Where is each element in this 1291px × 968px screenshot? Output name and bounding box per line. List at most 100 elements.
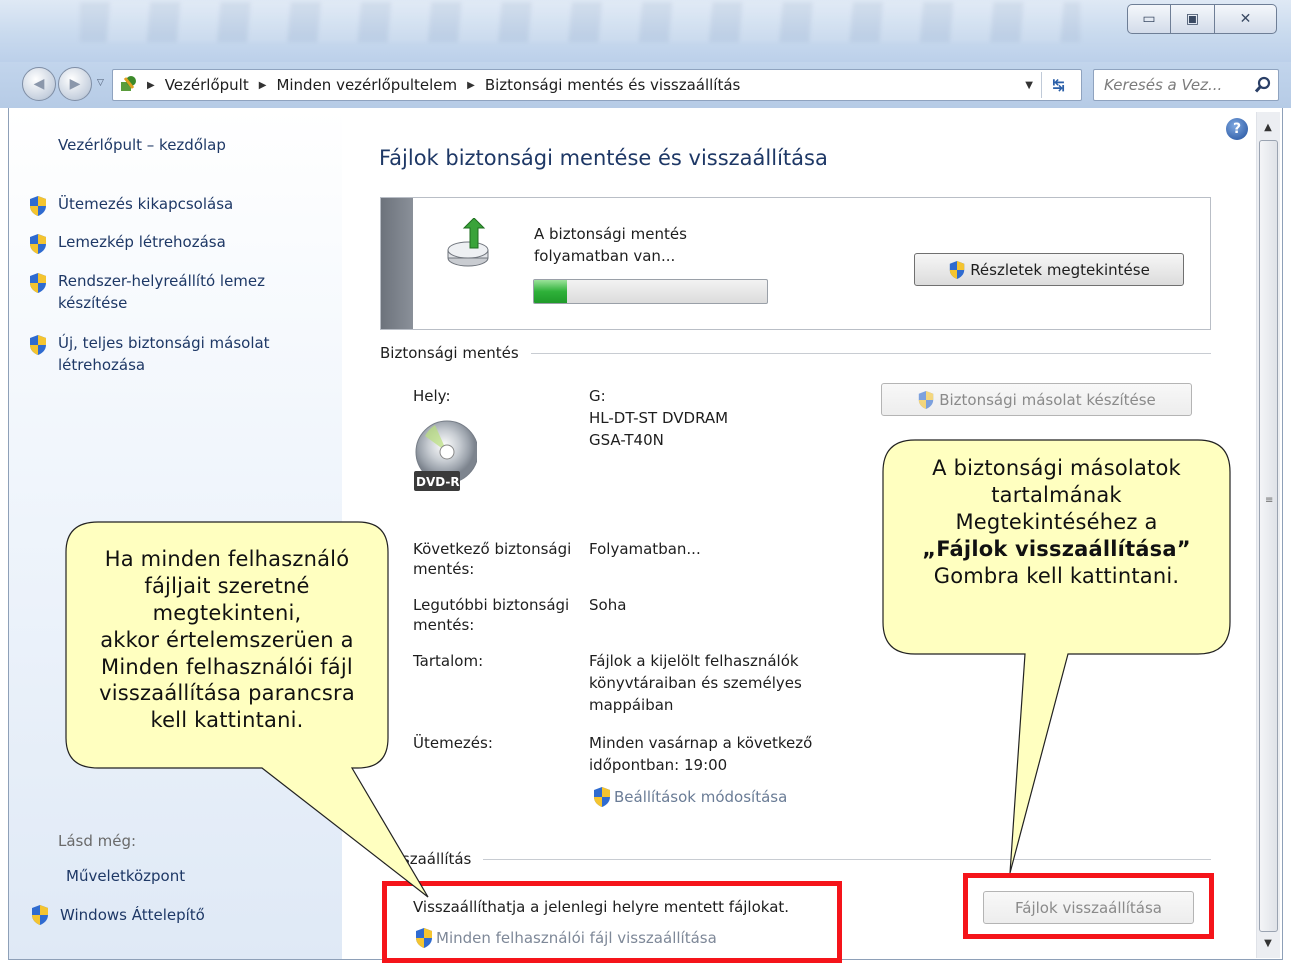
sidebar-link-action-center[interactable]: Műveletközpont [66,867,185,885]
drive-letter: G: [589,387,606,405]
close-icon: ✕ [1239,11,1252,27]
progress-fill [534,280,567,303]
callout-line: tartalmának [991,482,1122,507]
search-input[interactable]: Keresés a Vez... [1093,69,1279,101]
create-backup-button[interactable]: Biztonsági másolat készítése [881,383,1192,416]
view-details-button[interactable]: Részletek megtekintése [914,253,1184,286]
breadcrumb-control-panel[interactable]: Vezérlőpult [165,76,249,94]
see-also-heading: Lásd még: [58,832,137,850]
sidebar-link-label: Windows Áttelepítő [60,905,205,924]
callout-line: Minden felhasználói fájl [101,654,353,679]
recent-pages-dropdown[interactable]: ▽ [97,78,104,88]
callout-line: megtekinteni, [152,600,302,625]
change-settings-link[interactable]: Beállítások módosítása [592,785,787,808]
last-backup-value: Soha [589,596,627,614]
page-title: Fájlok biztonsági mentése és visszaállít… [379,146,828,170]
sidebar-link-label: Műveletközpont [66,867,186,885]
callout-line: Ha minden felhasználó [104,547,350,571]
callout-bold-line: „Fájlok visszaállítása” [922,536,1191,561]
minimize-button[interactable]: ▭ [1127,4,1171,34]
sidebar-item-label: Lemezkép létrehozása [58,233,226,251]
forward-button[interactable]: ▶ [58,67,92,101]
link-label: Beállítások módosítása [614,787,788,806]
section-divider [483,858,1211,860]
scroll-down-icon[interactable]: ▼ [1257,932,1279,954]
location-label: Hely: [413,387,451,405]
section-heading-label: Visszaállítás [380,850,472,868]
uac-shield-icon [30,273,46,293]
refresh-icon: ↹ [1052,76,1065,94]
uac-shield-icon [30,335,46,355]
back-arrow-icon: ◀ [33,76,45,92]
panel-stripe [381,198,413,329]
navigation-bar: ◀ ▶ ▽ ▶ Vezérlőpult ▶ Minden vezérlőpult… [0,62,1291,108]
address-bar[interactable]: ▶ Vezérlőpult ▶ Minden vezérlőpultelem ▶… [112,69,1082,101]
breadcrumb-backup-restore[interactable]: Biztonsági mentés és visszaállítás [485,76,741,94]
contents-value: Fájlok a kijelölt felhasználók könyvtára… [589,652,802,714]
last-backup-label: Legutóbbi biztonsági mentés: [413,596,570,635]
address-dropdown-icon[interactable]: ▼ [1025,80,1033,91]
maximize-icon: ▣ [1185,11,1200,27]
vertical-scrollbar[interactable]: ▲ ≡ ▼ [1256,112,1280,958]
uac-shield-icon [949,260,965,279]
highlight-restore-button [963,873,1214,939]
next-backup-value: Folyamatban... [589,540,701,558]
highlight-restore-all-users [382,881,842,963]
schedule-value: Minden vasárnap a következő időpontban: … [589,734,813,774]
sidebar-item-repair-disc[interactable]: Rendszer-helyreállító lemez készítése [28,271,308,315]
grip-icon: ≡ [1265,495,1274,506]
button-label: Részletek megtekintése [970,260,1150,279]
close-button[interactable]: ✕ [1215,4,1277,34]
uac-shield-icon [30,196,46,216]
scroll-thumb[interactable]: ≡ [1259,140,1278,932]
callout-line: A biztonsági másolatok [932,456,1181,480]
back-button[interactable]: ◀ [22,67,56,101]
uac-shield-icon [30,234,46,254]
section-heading-label: Biztonsági mentés [380,344,519,362]
location-value: G: HL-DT-ST DVDRAM GSA-T40N [589,386,839,451]
callout-line: fájljait szeretné [144,573,310,598]
callout-line: Megtekintéséhez a [955,509,1158,534]
drive-model-line1: HL-DT-ST DVDRAM [589,408,729,427]
sidebar-item-create-image[interactable]: Lemezkép létrehozása [28,232,226,255]
restore-section-heading: Visszaállítás [380,850,1211,868]
sidebar-item-label: Új, teljes biztonsági másolat létrehozás… [58,334,270,374]
scroll-up-icon[interactable]: ▲ [1257,116,1279,138]
sidebar-home-link[interactable]: Vezérlőpult – kezdőlap [58,136,226,154]
backup-progress-bar [533,279,768,304]
callout-line: akkor értelemszerüen a [100,627,354,652]
backup-section-heading: Biztonsági mentés [380,344,1211,362]
maximize-button[interactable]: ▣ [1171,4,1215,34]
forward-arrow-icon: ▶ [69,76,81,92]
uac-shield-icon [32,905,48,925]
breadcrumb-separator-icon: ▶ [258,79,267,91]
minimize-icon: ▭ [1142,11,1156,27]
breadcrumb-separator-icon: ▶ [467,79,475,91]
backup-status-text: A biztonsági mentés folyamatban van... [534,225,687,265]
breadcrumb-all-items[interactable]: Minden vezérlőpultelem [276,76,457,94]
drive-model-line2: GSA-T40N [589,430,664,449]
right-callout-text: A biztonsági másolatok tartalmának Megte… [883,455,1230,589]
refresh-button[interactable]: ↹ [1041,72,1075,98]
sidebar-link-easy-transfer[interactable]: Windows Áttelepítő [30,903,205,926]
sidebar-item-schedule-off[interactable]: Ütemezés kikapcsolása [28,194,233,217]
left-callout-text: Ha minden felhasználó fájljait szeretné … [66,546,388,734]
title-bar: ▭ ▣ ✕ [0,0,1291,62]
help-icon[interactable]: ? [1226,118,1248,140]
backup-drive-icon [447,218,489,267]
callout-line: kell kattintani. [150,708,304,733]
contents-label: Tartalom: [413,652,484,670]
search-icon[interactable] [1254,76,1272,94]
section-divider [530,352,1211,354]
control-panel-icon [121,76,136,91]
sidebar-item-new-full-backup[interactable]: Új, teljes biztonsági másolat létrehozás… [28,333,318,377]
schedule-label: Ütemezés: [413,734,493,752]
next-backup-label: Következő biztonsági mentés: [413,540,572,579]
uac-shield-icon [594,787,610,807]
window-controls: ▭ ▣ ✕ [1127,4,1277,34]
breadcrumb-separator-icon: ▶ [147,79,155,91]
sidebar-item-label: Ütemezés kikapcsolása [58,195,234,213]
uac-shield-icon [919,390,934,409]
search-placeholder: Keresés a Vez... [1104,76,1223,94]
sidebar-item-label: Rendszer-helyreállító lemez készítése [58,272,266,312]
